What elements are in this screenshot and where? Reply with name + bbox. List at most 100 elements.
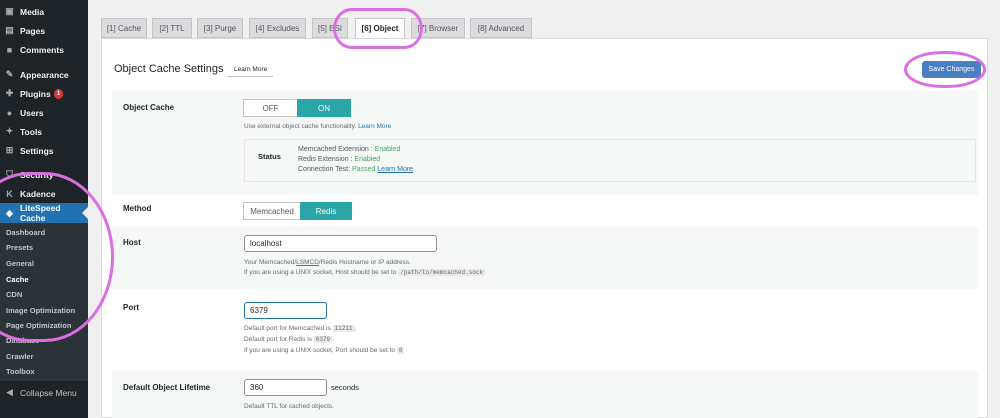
save-changes-button[interactable]: Save Changes	[922, 61, 981, 78]
sidebar-item-label: Pages	[20, 25, 46, 36]
submenu-item-toolbox[interactable]: Toolbox	[6, 367, 35, 376]
port-desc-text: Default port for Redis is	[244, 336, 312, 343]
sidebar-item-label: Kadence	[20, 188, 56, 199]
sidebar-item-label: Plugins	[20, 88, 51, 99]
litespeed-submenu: Dashboard Presets General Cache CDN Imag…	[0, 223, 88, 381]
submenu-item-cache[interactable]: Cache	[6, 275, 29, 284]
submenu-item-general[interactable]: General	[6, 259, 34, 268]
tab-advanced[interactable]: [8] Advanced	[470, 18, 532, 38]
object-cache-learn-more-link[interactable]: Learn More	[358, 123, 391, 130]
tab-cache[interactable]: [1] Cache	[101, 18, 147, 38]
plugins-update-badge: 1	[53, 88, 64, 99]
kadence-icon: K	[6, 188, 13, 199]
object-cache-on-button[interactable]: ON	[297, 99, 351, 117]
sidebar-item-label: Users	[20, 107, 44, 118]
host-desc-text: /Redis Hostname or IP address.	[318, 259, 411, 266]
sidebar-item-kadence[interactable]: K Kadence	[0, 184, 88, 203]
lifetime-label: Default Object Lifetime	[123, 383, 211, 392]
object-cache-label: Object Cache	[123, 103, 175, 112]
lifetime-row: Default Object Lifetime 360 seconds Defa…	[112, 371, 978, 418]
sidebar-item-appearance[interactable]: ✎ Appearance	[0, 65, 88, 84]
sidebar-item-label: Security	[20, 169, 54, 180]
page-title: Object Cache Settings	[114, 63, 224, 75]
security-icon: ⛉	[6, 169, 13, 179]
host-desc-text: If you are using a UNIX socket, Host sho…	[244, 269, 397, 276]
method-row: Method Memcached Redis	[112, 195, 978, 227]
status-value: Passed	[351, 166, 376, 173]
method-redis-button[interactable]: Redis	[300, 202, 352, 220]
status-line-connection: Connection Test: Passed Learn More	[298, 165, 413, 175]
host-socket-code: /path/to/memcached.sock	[398, 269, 486, 276]
sidebar-item-label: Settings	[20, 145, 54, 156]
submenu-item-crawler[interactable]: Crawler	[6, 352, 34, 361]
port-desc-text: If you are using a UNIX socket, Port sho…	[244, 347, 396, 354]
collapse-menu-button[interactable]: ◀ Collapse Menu	[0, 383, 88, 402]
status-label: Status	[258, 152, 281, 161]
status-line-memcached: Memcached Extension : Enabled	[298, 145, 400, 155]
status-learn-more-link[interactable]: Learn More	[377, 166, 413, 173]
submenu-item-dashboard[interactable]: Dashboard	[6, 228, 45, 237]
sidebar-item-label: Tools	[20, 126, 43, 137]
sidebar-item-settings[interactable]: ⊞ Settings	[0, 141, 88, 160]
lifetime-input[interactable]: 360	[244, 379, 327, 396]
object-cache-row: Object Cache OFF ON Use external object …	[112, 91, 978, 195]
sidebar-item-security[interactable]: ⛉ Security	[0, 165, 88, 184]
collapse-menu-label: Collapse Menu	[20, 387, 77, 398]
sidebar-item-comments[interactable]: ■ Comments	[0, 40, 88, 59]
sidebar-item-users[interactable]: ● Users	[0, 103, 88, 122]
host-row: Host localhost Your Memcached/LSMCD/Redi…	[112, 227, 978, 289]
method-label: Method	[123, 204, 152, 213]
comments-icon: ■	[6, 44, 13, 55]
submenu-item-database[interactable]: Database	[6, 336, 39, 345]
host-input[interactable]: localhost	[244, 235, 437, 252]
submenu-item-cdn[interactable]: CDN	[6, 290, 22, 299]
lifetime-desc: Default TTL for cached objects.	[244, 403, 334, 410]
port-desc-line1: Default port for Memcached is 11211.	[244, 325, 357, 332]
lsmcd-abbr: LSMCD	[296, 259, 319, 266]
tab-excludes[interactable]: [4] Excludes	[249, 18, 306, 38]
sidebar-item-plugins[interactable]: ✚ Plugins 1	[0, 84, 88, 103]
plugins-icon: ✚	[5, 88, 14, 98]
submenu-item-presets[interactable]: Presets	[6, 243, 33, 252]
port-row: Port 6379 Default port for Memcached is …	[112, 289, 978, 371]
object-cache-desc-text: Use external object cache functionality.	[244, 123, 357, 130]
status-value: Enabled	[354, 156, 381, 163]
settings-panel: Object Cache Settings Learn More Save Ch…	[101, 38, 988, 418]
port-desc-line3: If you are using a UNIX socket, Port sho…	[244, 346, 405, 356]
tab-object[interactable]: [6] Object	[355, 18, 405, 39]
status-line-redis: Redis Extension : Enabled	[298, 155, 380, 165]
host-desc-line2: If you are using a UNIX socket, Host sho…	[244, 268, 486, 278]
method-memcached-button[interactable]: Memcached	[243, 202, 301, 220]
header-learn-more-link[interactable]: Learn More	[228, 63, 274, 77]
appearance-icon: ✎	[5, 69, 14, 79]
status-key: Redis Extension :	[298, 156, 353, 163]
submenu-item-page-optimization[interactable]: Page Optimization	[6, 321, 71, 330]
port-code: 6379	[313, 336, 333, 343]
sidebar-item-label: Comments	[20, 44, 64, 55]
sidebar-item-tools[interactable]: ✦ Tools	[0, 122, 88, 141]
pages-icon: ▤	[5, 25, 14, 35]
sidebar-item-litespeed-cache[interactable]: ◆ LiteSpeed Cache	[0, 203, 88, 223]
status-key: Connection Test:	[298, 166, 351, 173]
sidebar-item-label: Media	[20, 6, 45, 17]
port-code: 11211	[332, 325, 355, 332]
status-box: Status Memcached Extension : Enabled Red…	[244, 139, 976, 182]
tab-purge[interactable]: [3] Purge	[197, 18, 243, 38]
port-desc-line2: Default port for Redis is 6379.	[244, 336, 334, 343]
users-icon: ●	[6, 107, 13, 118]
sidebar-item-media[interactable]: ▣ Media	[0, 2, 88, 21]
sidebar-item-pages[interactable]: ▤ Pages	[0, 21, 88, 40]
status-key: Memcached Extension :	[298, 146, 373, 153]
object-cache-off-button[interactable]: OFF	[243, 99, 298, 117]
object-cache-desc: Use external object cache functionality.…	[244, 122, 391, 132]
collapse-icon: ◀	[6, 387, 13, 397]
tools-icon: ✦	[5, 126, 14, 136]
port-input[interactable]: 6379	[244, 302, 327, 319]
tab-esi[interactable]: [5] ESI	[312, 18, 348, 38]
admin-sidebar: ▣ Media ▤ Pages ■ Comments ✎ Appearance ✚ Plu…	[0, 0, 88, 418]
host-label: Host	[123, 238, 141, 247]
submenu-item-image-optimization[interactable]: Image Optimization	[6, 306, 75, 315]
tab-ttl[interactable]: [2] TTL	[152, 18, 192, 38]
sidebar-item-label: LiteSpeed Cache	[19, 203, 61, 223]
tab-browser[interactable]: [7] Browser	[411, 18, 465, 38]
